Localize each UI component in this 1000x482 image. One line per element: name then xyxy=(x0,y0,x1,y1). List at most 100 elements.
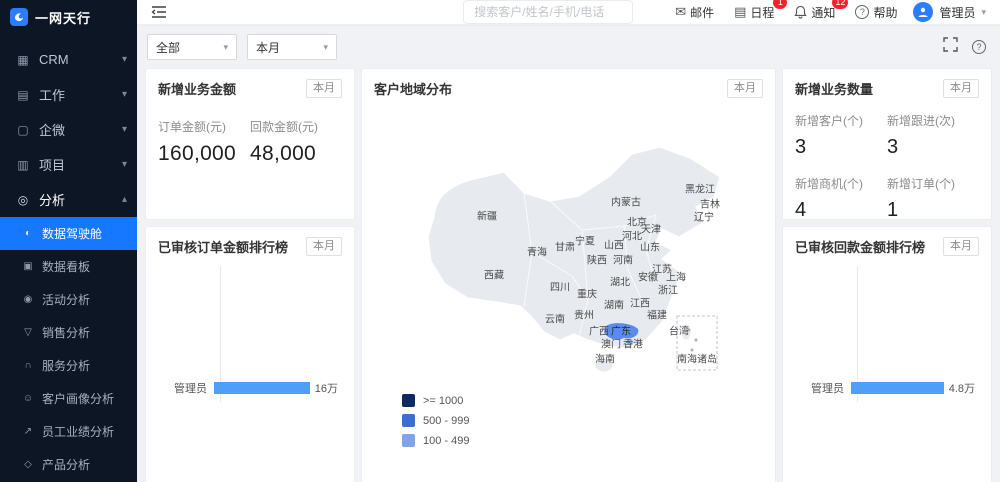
sidebar-item-客户画像分析[interactable]: ☺客户画像分析 xyxy=(0,382,137,415)
sidebar-item-label: CRM xyxy=(39,52,69,67)
chevron-down-icon: ▾ xyxy=(122,54,127,65)
legend-swatch xyxy=(402,414,415,427)
count-stats: 新增客户(个)3新增跟进(次)3新增商机(个)4新增订单(个)1 xyxy=(795,112,979,222)
stat-value: 160,000 xyxy=(158,142,250,166)
user-menu[interactable]: 管理员 ▾ xyxy=(913,2,986,22)
rank-bar-track: 4.8万 xyxy=(851,380,975,396)
rank-bar[interactable] xyxy=(214,382,310,394)
sidebar-item-员工业绩分析[interactable]: ↗ 员工业绩分析 xyxy=(0,415,137,448)
sidebar-item-产品分析[interactable]: ◇产品分析 xyxy=(0,448,137,481)
rank-bar-row: 管理员 4.8万 xyxy=(795,380,975,396)
headset-icon: ∩ xyxy=(21,360,35,371)
stat-label: 回款金额(元) xyxy=(250,118,342,135)
map-legend: >= 1000500 - 999100 - 499 xyxy=(402,394,469,447)
sidebar-item-数据驾驶舱[interactable]: ◐数据驾驶舱 xyxy=(0,217,137,250)
stat: 新增客户(个) 3 xyxy=(795,112,887,159)
chat-icon: ▢ xyxy=(14,123,32,137)
chevron-down-icon: ▾ xyxy=(981,7,986,18)
sidebar-item-数据看板[interactable]: ▣数据看板 xyxy=(0,250,137,283)
stat: 订单金额(元) 160,000 xyxy=(158,118,250,166)
sidebar-item-project[interactable]: ▥ 项目 ▾ xyxy=(0,147,137,182)
mail-icon: ✉ xyxy=(675,4,686,20)
scope-select[interactable]: 全部 ▾ xyxy=(147,34,237,60)
sidebar-item-销售分析[interactable]: ▽ 销售分析 xyxy=(0,316,137,349)
activity-icon: ◉ xyxy=(21,294,35,305)
left-column: 新增业务金额 本月 订单金额(元)160,000回款金额(元)48,000 已审… xyxy=(145,68,355,482)
header-action-schedule[interactable]: ▤日程1 xyxy=(734,4,774,21)
stat-label: 新增订单(个) xyxy=(887,175,979,192)
sidebar-child-label: 员工业绩分析 xyxy=(42,423,114,440)
scope-select-value: 全部 xyxy=(156,39,180,56)
header-action-help[interactable]: ? 帮助 xyxy=(855,4,897,21)
stat-value: 3 xyxy=(795,136,887,159)
performance-icon: ↗ xyxy=(21,426,35,437)
header-action-label: 日程 xyxy=(750,4,774,21)
china-map[interactable]: 黑龙江吉林辽宁内蒙古北京天津河北山西山东新疆甘肃宁夏青海陕西河南江苏安徽上海湖北… xyxy=(374,102,763,462)
legend-label: 500 - 999 xyxy=(423,415,469,427)
sidebar-item-qiwei[interactable]: ▢企微▾ xyxy=(0,112,137,147)
header-action-notice[interactable]: 通知12 xyxy=(794,4,835,21)
chevron-down-icon: ▾ xyxy=(122,159,127,170)
rank-value-label: 16万 xyxy=(315,380,338,396)
order-rank-chart[interactable]: 管理员16万 xyxy=(158,264,342,414)
period-select-value: 本月 xyxy=(256,39,280,56)
bell-icon xyxy=(794,5,807,19)
portrait-icon: ☺ xyxy=(21,393,35,404)
help-circle-icon[interactable]: ? xyxy=(972,40,986,54)
rank-bar[interactable] xyxy=(851,382,944,394)
sidebar-child-label: 数据看板 xyxy=(42,258,90,275)
chevron-down-icon: ▾ xyxy=(323,42,328,53)
rank-bar-row: 管理员16万 xyxy=(158,380,338,396)
fullscreen-icon[interactable] xyxy=(943,37,958,57)
funnel-icon: ▽ xyxy=(21,327,35,338)
main-area: ✉邮件▤日程1通知12?帮助 管理员 ▾ 销售管理分析销售汇总分析客户画像分析销… xyxy=(137,0,1000,482)
stat: 新增订单(个) 1 xyxy=(887,175,979,222)
sidebar-child-label: 销售分析 xyxy=(42,324,90,341)
period-select[interactable]: 本月 ▾ xyxy=(247,34,337,60)
stat-value: 1 xyxy=(887,199,979,222)
stat-value: 48,000 xyxy=(250,142,342,166)
header-action-label: 帮助 xyxy=(873,4,897,21)
middle-column: 客户地域分布 本月 xyxy=(361,68,776,482)
sidebar-item-label: 分析 xyxy=(39,190,65,209)
app-root: 一网天行 ▦CRM▾▤工作▾▢企微▾▥项目▾◎分析▴◐数据驾驶舱▣数据看板◉活动… xyxy=(0,0,1000,482)
question-icon: ? xyxy=(855,5,869,19)
kanban-icon: ▥ xyxy=(14,158,32,172)
stat-label: 新增商机(个) xyxy=(795,175,887,192)
filter-bar: 全部 ▾ 本月 ▾ ? xyxy=(137,26,1000,66)
sidebar-item-label: 项目 xyxy=(39,155,65,174)
brand[interactable]: 一网天行 xyxy=(0,0,137,34)
sidebar: 一网天行 ▦CRM▾▤工作▾▢企微▾▥项目▾◎分析▴◐数据驾驶舱▣数据看板◉活动… xyxy=(0,0,137,482)
avatar xyxy=(913,2,933,22)
collapse-sidebar-icon[interactable] xyxy=(151,5,167,19)
payment-rank-chart[interactable]: 管理员 4.8万 xyxy=(795,264,979,414)
user-name: 管理员 xyxy=(939,4,975,21)
search-input[interactable] xyxy=(463,0,633,24)
legend-swatch xyxy=(402,434,415,447)
calendar-icon: ▤ xyxy=(734,4,746,20)
sidebar-item-活动分析[interactable]: ◉活动分析 xyxy=(0,283,137,316)
filter-bar-tools: ? xyxy=(943,37,990,57)
sidebar-item-服务分析[interactable]: ∩ 服务分析 xyxy=(0,349,137,382)
header-action-label: 邮件 xyxy=(690,4,714,21)
sidebar-child-label: 服务分析 xyxy=(42,357,90,374)
period-tag: 本月 xyxy=(727,79,763,98)
sidebar-item-analysis[interactable]: ◎分析▴ xyxy=(0,182,137,217)
header-action-mail[interactable]: ✉邮件 xyxy=(675,4,714,21)
rank-category-label: 管理员 xyxy=(795,380,851,396)
sidebar-item-work[interactable]: ▤工作▾ xyxy=(0,77,137,112)
rank-value-label: 4.8万 xyxy=(949,380,975,396)
sidebar-item-label: 工作 xyxy=(39,85,65,104)
chevron-down-icon: ▾ xyxy=(223,42,228,53)
sidebar-item-crm[interactable]: ▦CRM▾ xyxy=(0,42,137,77)
legend-item: 500 - 999 xyxy=(402,414,469,427)
legend-swatch xyxy=(402,394,415,407)
sidebar-menu: ▦CRM▾▤工作▾▢企微▾▥项目▾◎分析▴◐数据驾驶舱▣数据看板◉活动分析▽销售… xyxy=(0,34,137,482)
stat-value: 4 xyxy=(795,199,887,222)
right-column: 新增业务数量 本月 新增客户(个)3新增跟进(次)3新增商机(个)4新增订单(个… xyxy=(782,68,992,482)
stat-value: 3 xyxy=(887,136,979,159)
stat-label: 订单金额(元) xyxy=(158,118,250,135)
stat: 新增跟进(次)3 xyxy=(887,112,979,159)
period-tag: 本月 xyxy=(306,79,342,98)
stat-label: 新增客户(个) xyxy=(795,112,887,129)
